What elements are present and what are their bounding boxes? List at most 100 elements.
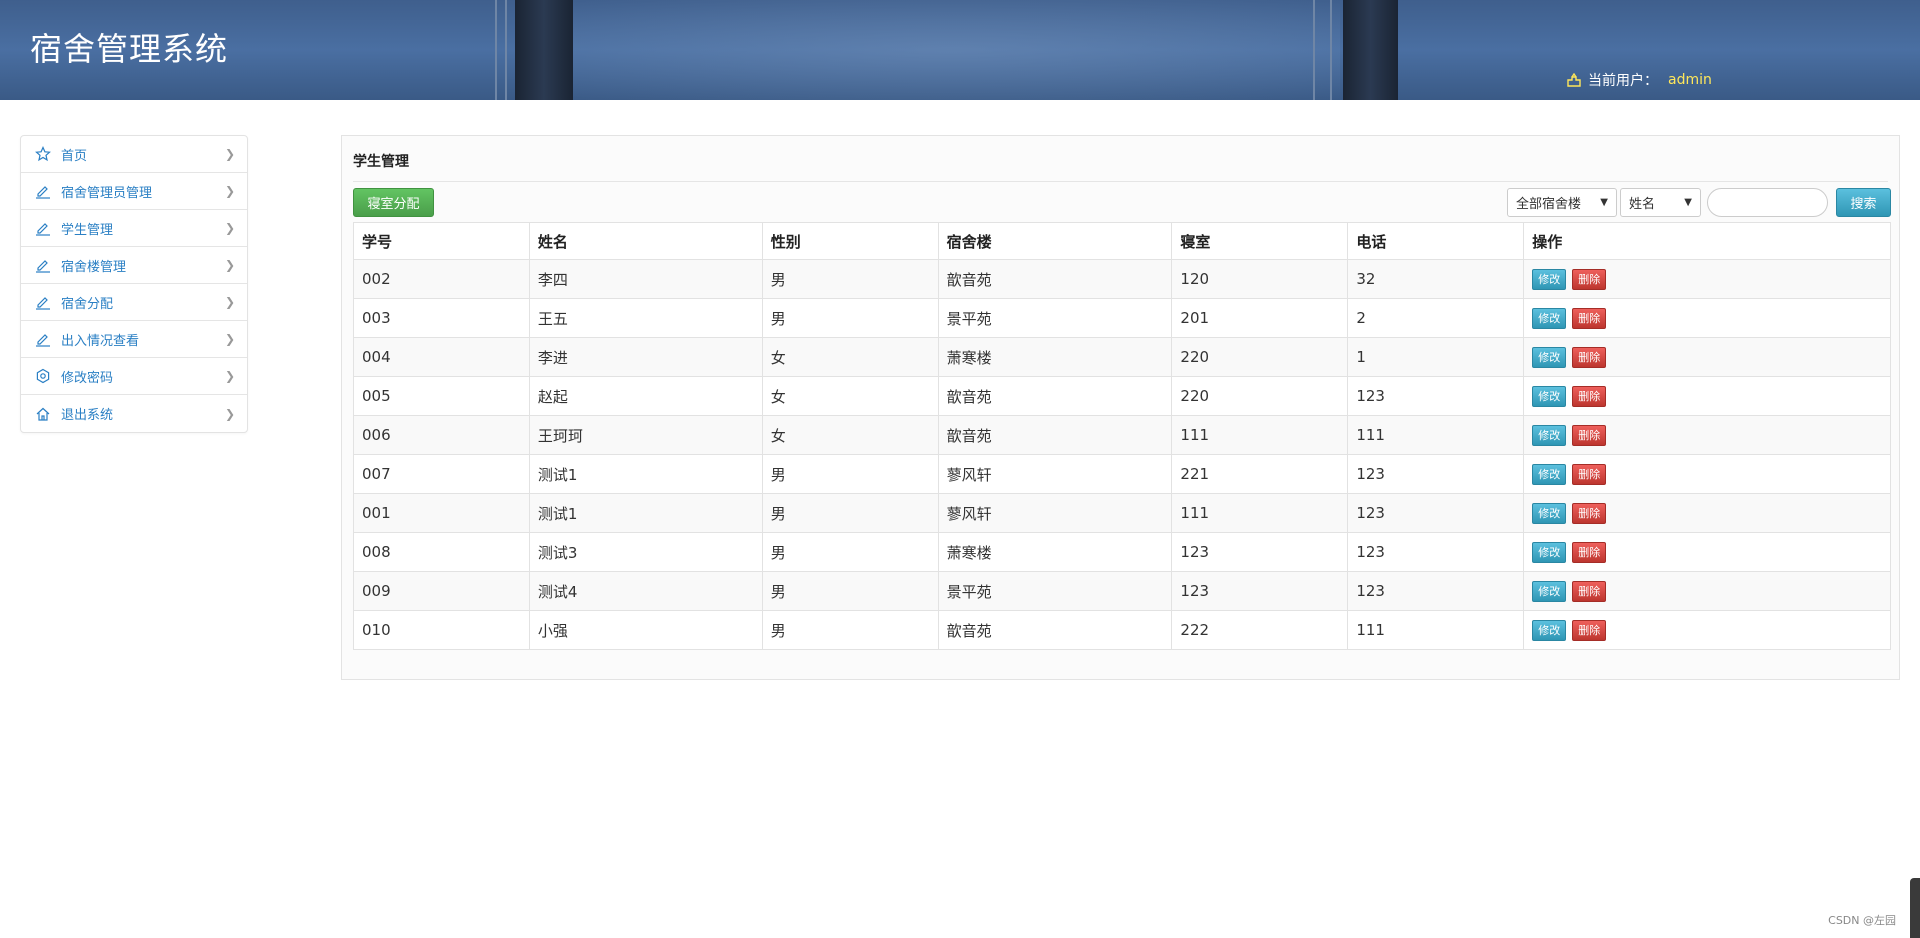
table-cell-actions: 修改 删除 — [1523, 532, 1891, 572]
table-cell: 111 — [1347, 415, 1525, 455]
chevron-down-icon: ▼ — [1600, 197, 1608, 208]
delete-button[interactable]: 删除 — [1572, 619, 1607, 641]
table-cell: 008 — [353, 532, 530, 572]
column-header: 姓名 — [528, 222, 763, 260]
edit-button[interactable]: 修改 — [1532, 502, 1567, 524]
chevron-right-icon: ❯ — [224, 221, 235, 235]
edit-button[interactable]: 修改 — [1532, 385, 1567, 407]
table-cell: 女 — [761, 415, 939, 455]
delete-button[interactable]: 删除 — [1572, 580, 1607, 602]
edit-icon — [35, 220, 51, 236]
delete-button[interactable]: 删除 — [1572, 307, 1607, 329]
table-cell-actions: 修改 删除 — [1523, 415, 1891, 455]
table-row: 008 测试3 男萧寒楼 123 123 修改 删除 — [353, 532, 1891, 572]
delete-button[interactable]: 删除 — [1572, 463, 1607, 485]
delete-button[interactable]: 删除 — [1572, 346, 1607, 368]
header-background-pillar — [515, 0, 573, 100]
current-user-name[interactable]: admin — [1668, 72, 1712, 88]
table-cell: 歆音苑 — [937, 376, 1173, 416]
delete-button[interactable]: 删除 — [1572, 268, 1607, 290]
table-cell-actions: 修改 删除 — [1523, 454, 1891, 494]
edit-button[interactable]: 修改 — [1532, 619, 1567, 641]
table-cell: 221 — [1171, 454, 1349, 494]
table-cell-actions: 修改 删除 — [1523, 571, 1891, 611]
table-cell-actions: 修改 删除 — [1523, 376, 1891, 416]
table-cell: 李进 — [528, 337, 763, 377]
table-cell: 蓼风轩 — [937, 493, 1173, 533]
edit-button[interactable]: 修改 — [1532, 463, 1567, 485]
table-cell: 123 — [1347, 376, 1525, 416]
sidebar-item-change-password[interactable]: 修改密码 ❯ — [21, 358, 247, 395]
table-cell: 201 — [1171, 298, 1349, 338]
sidebar-item-students[interactable]: 学生管理 ❯ — [21, 210, 247, 247]
edit-button[interactable]: 修改 — [1532, 346, 1567, 368]
table-cell: 220 — [1171, 376, 1349, 416]
table-cell: 男 — [761, 571, 939, 611]
sidebar-item-label: 首页 — [61, 148, 88, 164]
table-row: 010 小强男歆音苑 222 111 修改 删除 — [353, 610, 1891, 650]
table-cell: 男 — [761, 298, 939, 338]
edit-icon — [35, 331, 51, 347]
app-title: 宿舍管理系统 — [30, 30, 229, 68]
column-header: 学号 — [353, 222, 530, 260]
delete-button[interactable]: 删除 — [1572, 502, 1607, 524]
delete-button[interactable]: 删除 — [1572, 385, 1607, 407]
sidebar-item-label: 修改密码 — [61, 370, 114, 386]
table-cell: 男 — [761, 454, 939, 494]
sidebar-item-access-log[interactable]: 出入情况查看 ❯ — [21, 321, 247, 358]
building-select[interactable]: 全部宿舍楼 ▼ — [1507, 188, 1617, 217]
chevron-down-icon: ▼ — [1684, 197, 1692, 208]
table-cell: 222 — [1171, 610, 1349, 650]
chevron-right-icon: ❯ — [224, 295, 235, 309]
column-header: 电话 — [1347, 222, 1525, 260]
table-cell: 220 — [1171, 337, 1349, 377]
chevron-right-icon: ❯ — [224, 184, 235, 198]
dorm-assign-button[interactable]: 寝室分配 — [353, 188, 434, 217]
table-cell: 005 — [353, 376, 530, 416]
sidebar-item-buildings[interactable]: 宿舍楼管理 ❯ — [21, 247, 247, 284]
home-icon — [35, 406, 51, 422]
table-cell: 010 — [353, 610, 530, 650]
edit-button[interactable]: 修改 — [1532, 541, 1567, 563]
sidebar-item-label: 退出系统 — [61, 408, 114, 423]
table-cell: 男 — [761, 610, 939, 650]
table-row: 007 测试1 男蓼风轩 221 123 修改 删除 — [353, 454, 1891, 494]
table-cell-actions: 修改 删除 — [1523, 610, 1891, 650]
table-cell: 004 — [353, 337, 530, 377]
search-button[interactable]: 搜索 — [1836, 188, 1891, 217]
user-icon — [1566, 72, 1582, 87]
table-cell: 111 — [1347, 610, 1525, 650]
table-cell: 123 — [1347, 532, 1525, 572]
sidebar-item-dorm-assign[interactable]: 宿舍分配 ❯ — [21, 284, 247, 321]
sidebar-item-label: 学生管理 — [61, 222, 114, 238]
edit-button[interactable]: 修改 — [1532, 424, 1567, 446]
sidebar-item-logout[interactable]: 退出系统 ❯ — [21, 395, 247, 432]
sidebar-item-dorm-admin[interactable]: 宿舍管理员管理 ❯ — [21, 173, 247, 210]
search-field-select[interactable]: 姓名 ▼ — [1620, 188, 1701, 217]
edit-button[interactable]: 修改 — [1532, 580, 1567, 602]
table-cell: 009 — [353, 571, 530, 611]
edit-button[interactable]: 修改 — [1532, 307, 1567, 329]
table-cell: 111 — [1171, 493, 1349, 533]
chevron-right-icon: ❯ — [224, 369, 235, 383]
panel-title: 学生管理 — [353, 154, 409, 170]
delete-button[interactable]: 删除 — [1572, 424, 1607, 446]
table-header-row: 学号 姓名 性别 宿舍楼 寝室 电话 操作 — [353, 222, 1891, 260]
table-row: 009 测试4 男景平苑 123 123 修改 删除 — [353, 571, 1891, 611]
table-row: 005 赵起女歆音苑 220 123 修改 删除 — [353, 376, 1891, 416]
table-cell: 测试1 — [528, 454, 763, 494]
table-cell: 123 — [1347, 454, 1525, 494]
search-input[interactable] — [1707, 188, 1828, 217]
chevron-right-icon: ❯ — [224, 332, 235, 346]
sidebar-item-home[interactable]: 首页 ❯ — [21, 136, 247, 173]
edit-icon — [35, 257, 51, 273]
table-cell: 王五 — [528, 298, 763, 338]
star-icon — [35, 146, 51, 162]
delete-button[interactable]: 删除 — [1572, 541, 1607, 563]
current-user-label: 当前用户： — [1588, 73, 1658, 89]
edit-button[interactable]: 修改 — [1532, 268, 1567, 290]
table-cell: 蓼风轩 — [937, 454, 1173, 494]
table-cell: 1 — [1347, 337, 1525, 377]
table-cell-actions: 修改 删除 — [1523, 259, 1891, 299]
table-cell: 歆音苑 — [937, 610, 1173, 650]
